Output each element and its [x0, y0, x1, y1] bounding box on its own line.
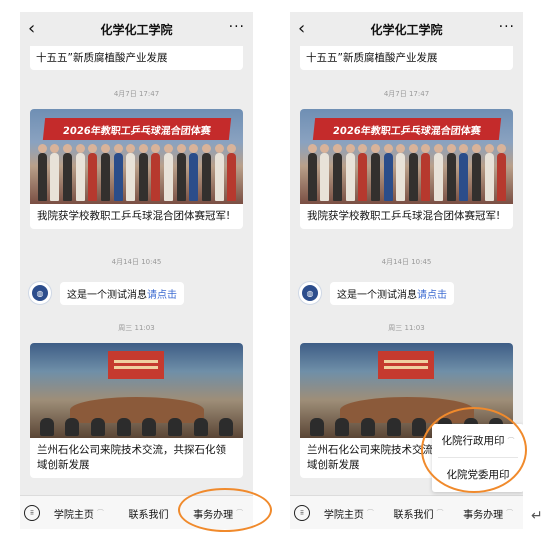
school-logo-icon: ◍	[32, 285, 48, 301]
bottom-menu: ⠿ 学院主页 ⌒ 联系我们 ⌒ 事务办理 ⌒	[290, 495, 523, 529]
event-banner: 2026年教职工乒乓球混合团体赛	[312, 118, 502, 140]
article-card-pingpong[interactable]: 2026年教职工乒乓球混合团体赛 我院获学校教职工乒乓球混合团体赛冠军!	[30, 109, 243, 229]
more-options-icon[interactable]: ···	[499, 19, 515, 35]
menu-item-contact-us[interactable]: 联系我们	[114, 506, 184, 521]
timestamp: 周三 11:03	[388, 324, 425, 332]
highlight-circle-affairs	[178, 488, 272, 532]
timestamp: 4月7日 17:47	[383, 90, 430, 98]
back-arrow-icon[interactable]: ‹	[298, 18, 305, 39]
event-banner: 2026年教职工乒乓球混合团体赛	[42, 118, 232, 140]
timestamp: 周三 11:03	[118, 324, 155, 332]
top-bar: ‹ 化学化工学院 ···	[20, 12, 253, 46]
menu-item-contact-us[interactable]: 联系我们 ⌒	[384, 506, 454, 521]
article-image-pingpong: 2026年教职工乒乓球混合团体赛	[30, 109, 243, 204]
team-photo-people	[306, 143, 508, 201]
page-title: 化学化工学院	[370, 22, 443, 37]
team-photo-people	[36, 143, 238, 201]
article-caption: 我院获学校教职工乒乓球混合团体赛冠军!	[307, 210, 501, 222]
message-bubble: 这是一个测试消息请点击	[330, 281, 454, 305]
meeting-screen	[378, 351, 434, 379]
return-arrow-icon: ↵	[531, 508, 543, 524]
timestamp: 4月14日 10:45	[381, 258, 432, 266]
article-image-meeting	[30, 343, 243, 438]
article-image-pingpong: 2026年教职工乒乓球混合团体赛	[300, 109, 513, 204]
meeting-attendees	[34, 410, 239, 436]
article-caption: 我院获学校教职工乒乓球混合团体赛冠军!	[37, 210, 231, 222]
menu-item-affairs[interactable]: 事务办理 ⌒	[453, 506, 523, 521]
highlight-circle-submenu	[421, 407, 527, 493]
keyboard-icon[interactable]: ⠿	[290, 496, 314, 529]
menu-item-college-home[interactable]: 学院主页 ⌒	[314, 506, 384, 521]
keyboard-icon[interactable]: ⠿	[20, 496, 44, 529]
article-title-partial: 十五五”新质腐植酸产业发展	[36, 52, 168, 64]
message-link[interactable]: 请点击	[417, 290, 447, 301]
message-text: 这是一个测试消息	[67, 289, 147, 301]
school-logo-icon: ◍	[302, 285, 318, 301]
article-caption: 兰州石化公司来院技术交流，共探石化领域创新发展	[37, 444, 226, 471]
article-card-pingpong[interactable]: 2026年教职工乒乓球混合团体赛 我院获学校教职工乒乓球混合团体赛冠军!	[300, 109, 513, 229]
school-logo-avatar[interactable]: ◍	[298, 281, 322, 305]
chat-message: ◍ 这是一个测试消息请点击	[298, 280, 518, 306]
school-logo-avatar[interactable]: ◍	[28, 281, 52, 305]
timestamp: 4月7日 17:47	[113, 90, 160, 98]
top-bar: ‹ 化学化工学院 ···	[290, 12, 523, 46]
back-arrow-icon[interactable]: ‹	[28, 18, 35, 39]
message-bubble: 这是一个测试消息请点击	[60, 281, 184, 305]
article-card-meeting[interactable]: 兰州石化公司来院技术交流，共探石化领域创新发展	[30, 343, 243, 478]
message-link[interactable]: 请点击	[147, 290, 177, 301]
phone-screen-left: ‹ 化学化工学院 ··· 十五五”新质腐植酸产业发展 4月7日 17:47 20…	[20, 12, 253, 529]
menu-item-college-home[interactable]: 学院主页 ⌒	[44, 506, 114, 521]
article-title-partial: 十五五”新质腐植酸产业发展	[306, 52, 438, 64]
message-text: 这是一个测试消息	[337, 289, 417, 301]
timestamp: 4月14日 10:45	[111, 258, 162, 266]
meeting-screen	[108, 351, 164, 379]
page-title: 化学化工学院	[100, 22, 173, 37]
chat-message: ◍ 这是一个测试消息请点击	[28, 280, 248, 306]
more-options-icon[interactable]: ···	[229, 19, 245, 35]
